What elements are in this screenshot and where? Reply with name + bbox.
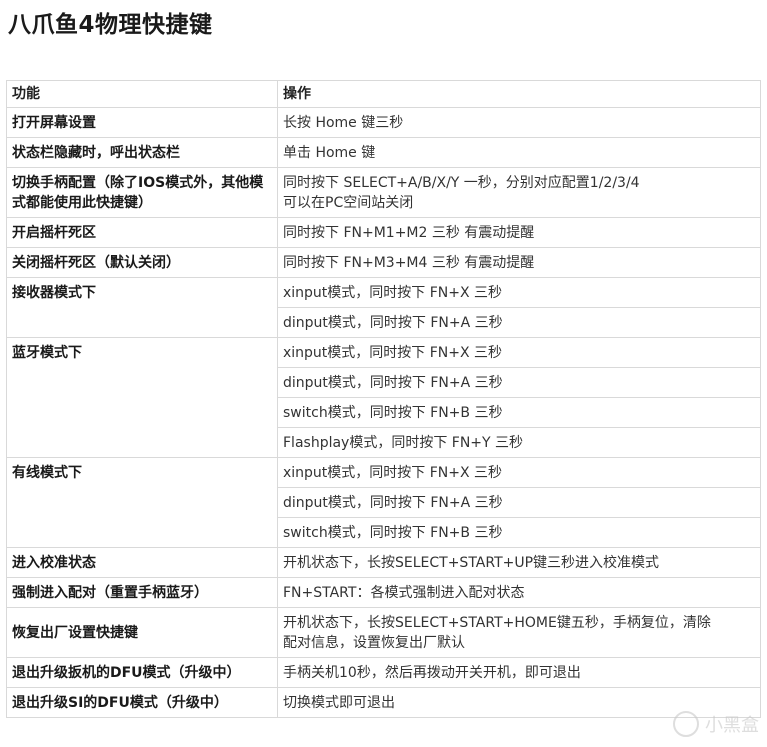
- operation-cell: xinput模式，同时按下 FN+X 三秒: [277, 457, 761, 488]
- operation-cell: switch模式，同时按下 FN+B 三秒: [277, 397, 761, 428]
- operation-line: 开机状态下，长按SELECT+START+HOME键五秒，手柄复位，清除: [283, 614, 711, 631]
- operation-cell: xinput模式，同时按下 FN+X 三秒: [277, 277, 761, 308]
- table-row: 进入校准状态 开机状态下，长按SELECT+START+UP键三秒进入校准模式: [6, 547, 761, 578]
- operation-line: dinput模式，同时按下 FN+A 三秒: [283, 314, 503, 331]
- function-cell: 进入校准状态: [6, 547, 278, 578]
- operation-cell: 开机状态下，长按SELECT+START+UP键三秒进入校准模式: [277, 547, 761, 578]
- table-row: 退出升级扳机的DFU模式（升级中） 手柄关机10秒，然后再拨动开关开机，即可退出: [6, 657, 761, 688]
- function-cell: 恢复出厂设置快捷键: [6, 607, 278, 658]
- operation-line: 同时按下 FN+M1+M2 三秒 有震动提醒: [283, 224, 535, 241]
- operation-line: dinput模式，同时按下 FN+A 三秒: [283, 494, 503, 511]
- function-cell: 蓝牙模式下: [6, 337, 278, 458]
- table-row: 有线模式下 xinput模式，同时按下 FN+X 三秒: [6, 457, 761, 548]
- operation-cell: dinput模式，同时按下 FN+A 三秒: [277, 367, 761, 398]
- operation-line: xinput模式，同时按下 FN+X 三秒: [283, 344, 503, 361]
- table-row: 开启摇杆死区 同时按下 FN+M1+M2 三秒 有震动提醒: [6, 217, 761, 248]
- operation-line: 配对信息，设置恢复出厂默认: [283, 634, 465, 651]
- operation-cell: 长按 Home 键三秒: [277, 107, 761, 138]
- operation-cell: switch模式，同时按下 FN+B 三秒: [277, 517, 761, 548]
- operation-line: xinput模式，同时按下 FN+X 三秒: [283, 284, 503, 301]
- table-row: 恢复出厂设置快捷键 开机状态下，长按SELECT+START+HOME键五秒，手柄…: [6, 607, 761, 658]
- operation-cell: 手柄关机10秒，然后再拨动开关开机，即可退出: [277, 657, 761, 688]
- operation-line: switch模式，同时按下 FN+B 三秒: [283, 524, 503, 541]
- operation-line: 手柄关机10秒，然后再拨动开关开机，即可退出: [283, 664, 581, 681]
- operation-line: FN+START：各模式强制进入配对状态: [283, 584, 525, 601]
- operation-cell: dinput模式，同时按下 FN+A 三秒: [277, 487, 761, 518]
- table-row: 蓝牙模式下 xinput模式，同时按下 FN+X 三秒: [6, 337, 761, 458]
- operation-line: dinput模式，同时按下 FN+A 三秒: [283, 374, 503, 391]
- table-row: 切换手柄配置（除了IOS模式外，其他模式都能使用此快捷键） 同时按下 SELECT…: [6, 167, 761, 218]
- logo-text: 小黑盒: [705, 715, 759, 736]
- function-cell: 关闭摇杆死区（默认关闭）: [6, 247, 278, 278]
- operation-line: 切换模式即可退出: [283, 694, 395, 711]
- shortcut-table: 功能 操作 打开屏幕设置 长按 Home 键三秒 状态栏隐藏时，呼出状态栏 单击 Ho…: [6, 80, 761, 718]
- operation-cell: 同时按下 SELECT+A/B/X/Y 一秒，分别对应配置1/2/3/4 可以在P…: [277, 167, 761, 218]
- page-title: 八爪鱼4物理快捷键: [8, 12, 213, 38]
- function-cell: 状态栏隐藏时，呼出状态栏: [6, 137, 278, 168]
- operation-cell: xinput模式，同时按下 FN+X 三秒: [277, 337, 761, 368]
- table-row: 强制进入配对（重置手柄蓝牙） FN+START：各模式强制进入配对状态: [6, 577, 761, 608]
- function-cell: 退出升级SI的DFU模式（升级中）: [6, 687, 278, 718]
- operation-line: 单击 Home 键: [283, 144, 376, 161]
- operation-line: 开机状态下，长按SELECT+START+UP键三秒进入校准模式: [283, 554, 660, 571]
- site-logo: 小黑盒: [673, 711, 759, 737]
- operation-cell: 同时按下 FN+M1+M2 三秒 有震动提醒: [277, 217, 761, 248]
- table-row: 打开屏幕设置 长按 Home 键三秒: [6, 107, 761, 138]
- column-header-operation: 操作: [277, 80, 761, 108]
- operation-line: xinput模式，同时按下 FN+X 三秒: [283, 464, 503, 481]
- operation-cell: 同时按下 FN+M3+M4 三秒 有震动提醒: [277, 247, 761, 278]
- operation-cell: 开机状态下，长按SELECT+START+HOME键五秒，手柄复位，清除 配对信息…: [277, 607, 761, 658]
- function-cell: 打开屏幕设置: [6, 107, 278, 138]
- operation-line: Flashplay模式，同时按下 FN+Y 三秒: [283, 434, 524, 451]
- table-row: 接收器模式下 xinput模式，同时按下 FN+X 三秒: [6, 277, 761, 338]
- function-cell: 强制进入配对（重置手柄蓝牙）: [6, 577, 278, 608]
- function-cell: 接收器模式下: [6, 277, 278, 338]
- operation-cell: Flashplay模式，同时按下 FN+Y 三秒: [277, 427, 761, 458]
- table-body: 打开屏幕设置 长按 Home 键三秒 状态栏隐藏时，呼出状态栏 单击 Home 键切换…: [6, 107, 761, 718]
- operation-line: 同时按下 SELECT+A/B/X/Y 一秒，分别对应配置1/2/3/4: [283, 174, 640, 191]
- function-cell: 有线模式下: [6, 457, 278, 548]
- operation-cell: FN+START：各模式强制进入配对状态: [277, 577, 761, 608]
- table-row: 关闭摇杆死区（默认关闭） 同时按下 FN+M3+M4 三秒 有震动提醒: [6, 247, 761, 278]
- operation-line: 同时按下 FN+M3+M4 三秒 有震动提醒: [283, 254, 535, 271]
- xiaoheihe-logo-icon: [673, 711, 699, 737]
- function-cell: 退出升级扳机的DFU模式（升级中）: [6, 657, 278, 688]
- column-header-function: 功能: [6, 80, 278, 108]
- function-cell: 切换手柄配置（除了IOS模式外，其他模式都能使用此快捷键）: [6, 167, 278, 218]
- operation-line: switch模式，同时按下 FN+B 三秒: [283, 404, 503, 421]
- operation-line: 长按 Home 键三秒: [283, 114, 404, 131]
- table-header-row: 功能 操作: [6, 80, 761, 108]
- operation-cell: dinput模式，同时按下 FN+A 三秒: [277, 307, 761, 338]
- function-cell: 开启摇杆死区: [6, 217, 278, 248]
- operation-line: 可以在PC空间站关闭: [283, 194, 414, 211]
- operation-cell: 单击 Home 键: [277, 137, 761, 168]
- table-row: 状态栏隐藏时，呼出状态栏 单击 Home 键: [6, 137, 761, 168]
- table-row: 退出升级SI的DFU模式（升级中） 切换模式即可退出: [6, 687, 761, 718]
